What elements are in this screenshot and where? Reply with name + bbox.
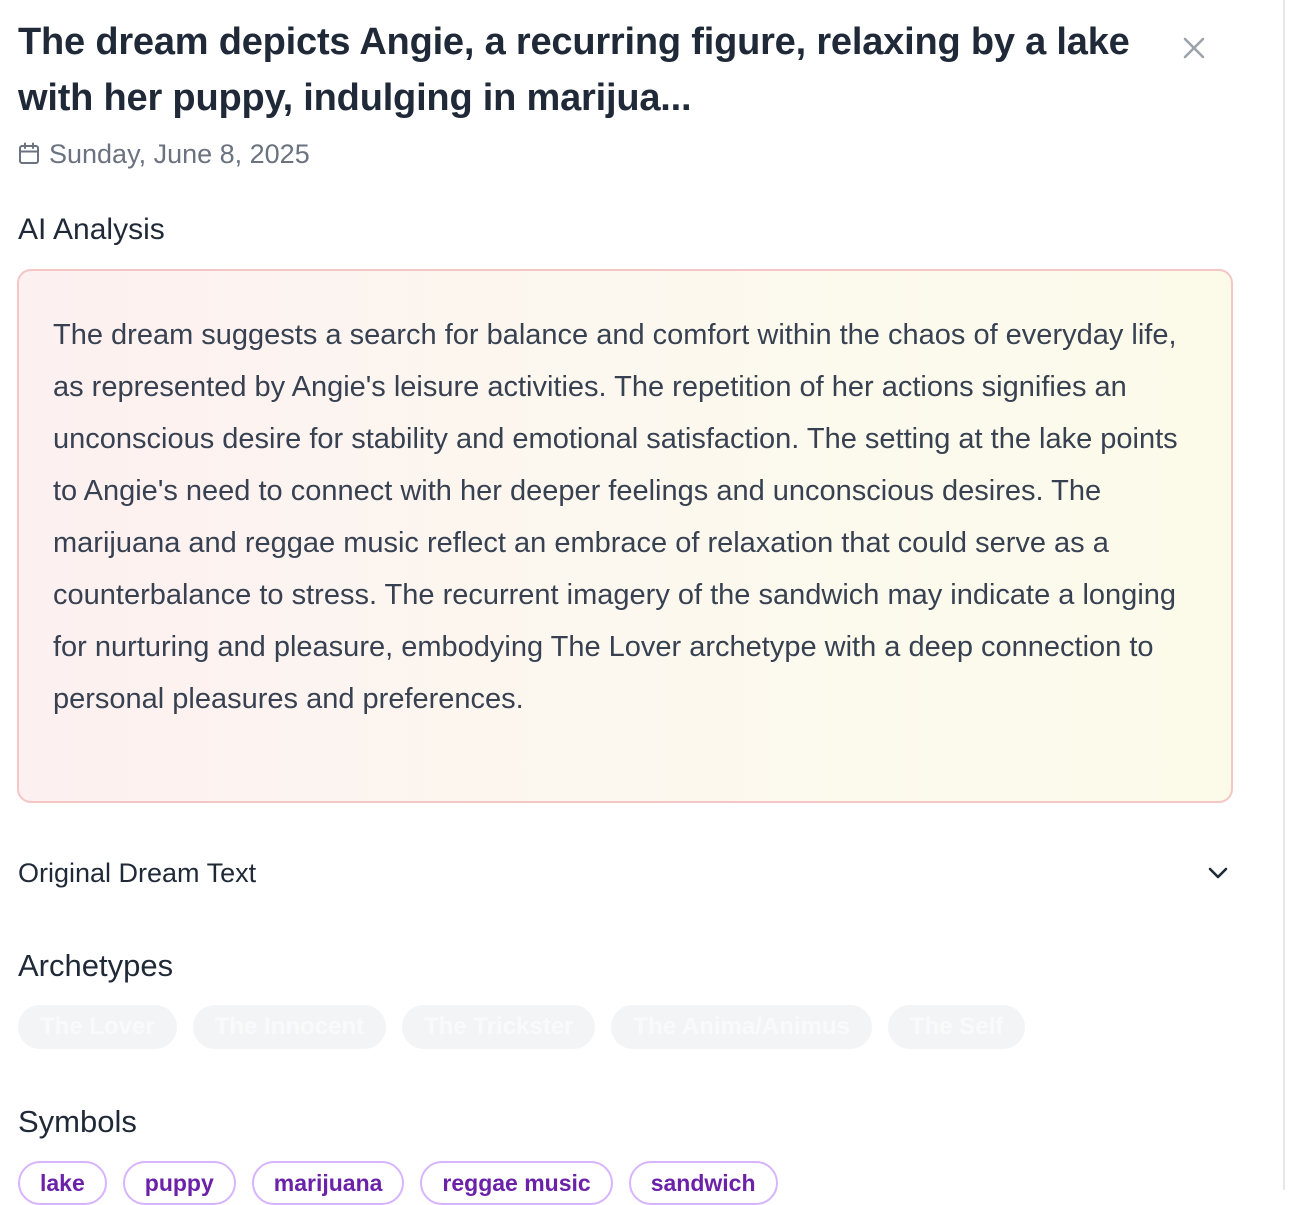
- original-dream-toggle[interactable]: Original Dream Text: [18, 848, 1238, 898]
- archetype-chip[interactable]: The Anima/Animus: [611, 1005, 872, 1049]
- ai-analysis-text: The dream suggests a search for balance …: [53, 319, 1178, 715]
- close-icon: [1181, 35, 1207, 66]
- archetype-chip[interactable]: The Trickster: [402, 1005, 596, 1049]
- ai-analysis-card: The dream suggests a search for balance …: [17, 269, 1233, 803]
- panel-divider: [1283, 0, 1285, 1190]
- archetype-chip[interactable]: The Innocent: [192, 1005, 387, 1049]
- original-dream-label: Original Dream Text: [18, 857, 257, 888]
- archetype-list: The Lover The Innocent The Trickster The…: [18, 1005, 1026, 1049]
- close-button[interactable]: [1176, 32, 1212, 68]
- symbols-heading: Symbols: [18, 1104, 137, 1139]
- symbol-chip[interactable]: puppy: [122, 1161, 236, 1205]
- dream-detail-panel: The dream depicts Angie, a recurring fig…: [0, 0, 1282, 1205]
- symbol-chip[interactable]: reggae music: [420, 1161, 613, 1205]
- symbol-chip[interactable]: lake: [18, 1161, 107, 1205]
- archetype-chip[interactable]: The Self: [887, 1005, 1026, 1049]
- date-row: Sunday, June 8, 2025: [18, 136, 310, 172]
- symbol-chip[interactable]: sandwich: [628, 1161, 778, 1205]
- ai-analysis-heading: AI Analysis: [18, 213, 165, 246]
- symbol-list: lake puppy marijuana reggae music sandwi…: [18, 1161, 778, 1205]
- chevron-down-icon: [1206, 861, 1230, 885]
- symbol-chip[interactable]: marijuana: [251, 1161, 405, 1205]
- calendar-icon: [18, 142, 40, 166]
- archetypes-heading: Archetypes: [18, 948, 174, 983]
- dream-title: The dream depicts Angie, a recurring fig…: [18, 21, 1130, 119]
- archetype-chip[interactable]: The Lover: [18, 1005, 177, 1049]
- dream-date: Sunday, June 8, 2025: [49, 138, 310, 169]
